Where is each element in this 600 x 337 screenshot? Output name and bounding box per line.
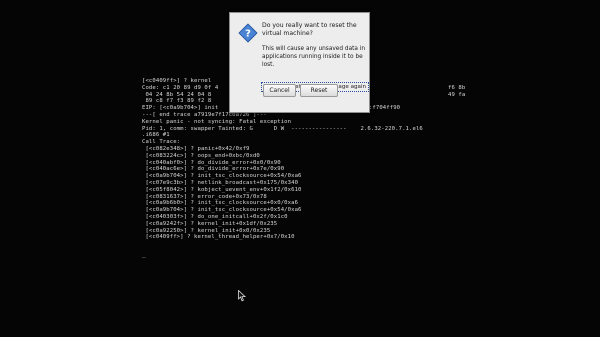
console-line: [<c0a9242f>] ? kernel_init+0x1df/0x235 [142, 220, 278, 227]
console-line: [<c0a92250>] ? kernel_init+0x0/0x235 [142, 227, 271, 234]
cancel-button[interactable]: Cancel [263, 84, 296, 97]
console-line: [<c0a9b704>] ? init_tsc_clocksource+0x54… [142, 173, 302, 180]
console-line: [<c082e348>] ? panic+0x42/0xf9 [142, 145, 250, 152]
console-line: [<c040303f>] ? do_one_initcall+0x2f/0x1c… [142, 213, 288, 220]
console-line: [<c05f8042>] ? kobject_uevent_env+0x1f2/… [142, 186, 302, 193]
console-line: [<c0a9b704>] ? init_tsc_clocksource+0x54… [142, 207, 302, 214]
mouse-pointer-icon [238, 290, 246, 302]
console-line: [<c040ac6e>] ? do_divide_error+0x7e/0x90 [142, 166, 285, 173]
console-line: .i686 #1 [142, 132, 170, 139]
console-line: ---[ end trace a7919e7f17c0a726 ]--- [142, 111, 267, 118]
console-line: [<c0831637>] ? error_code+0x73/0x78 [142, 193, 267, 200]
console-fragment: 49 fa [448, 91, 466, 98]
svg-text:?: ? [245, 29, 251, 40]
console-fragment: f6 8b [448, 84, 466, 91]
console-line: Pid: 1, comm: swapper Tainted: G D W ---… [142, 125, 423, 132]
console-line: [<c083224c>] ? oops_end+0xbc/0xd0 [142, 152, 260, 159]
console-cursor: _ [142, 251, 146, 258]
reset-button[interactable]: Reset [300, 84, 338, 97]
reset-confirmation-dialog: ? Do you really want to reset the virtua… [229, 12, 370, 113]
console-line: [<c07e9c3b>] ? netlink_broadcast+0x175/0… [142, 179, 299, 186]
question-diamond-icon: ? [238, 23, 258, 43]
dialog-question-text: Do you really want to reset the virtual … [262, 22, 357, 37]
dialog-warning-text: This will cause any unsaved data in appl… [262, 46, 366, 68]
console-line: [<c0409ff>] ? kernel_thread_helper+0x7/0… [142, 234, 295, 241]
console-line: Kernel panic - not syncing: Fatal except… [142, 118, 292, 125]
console-line: Call Trace: [142, 139, 181, 146]
console-line: [<c040abf0>] ? do_divide_error+0x0/0x90 [142, 159, 281, 166]
console-line: [<c0a9b6b0>] ? init_tsc_clocksource+0x0/… [142, 200, 299, 207]
